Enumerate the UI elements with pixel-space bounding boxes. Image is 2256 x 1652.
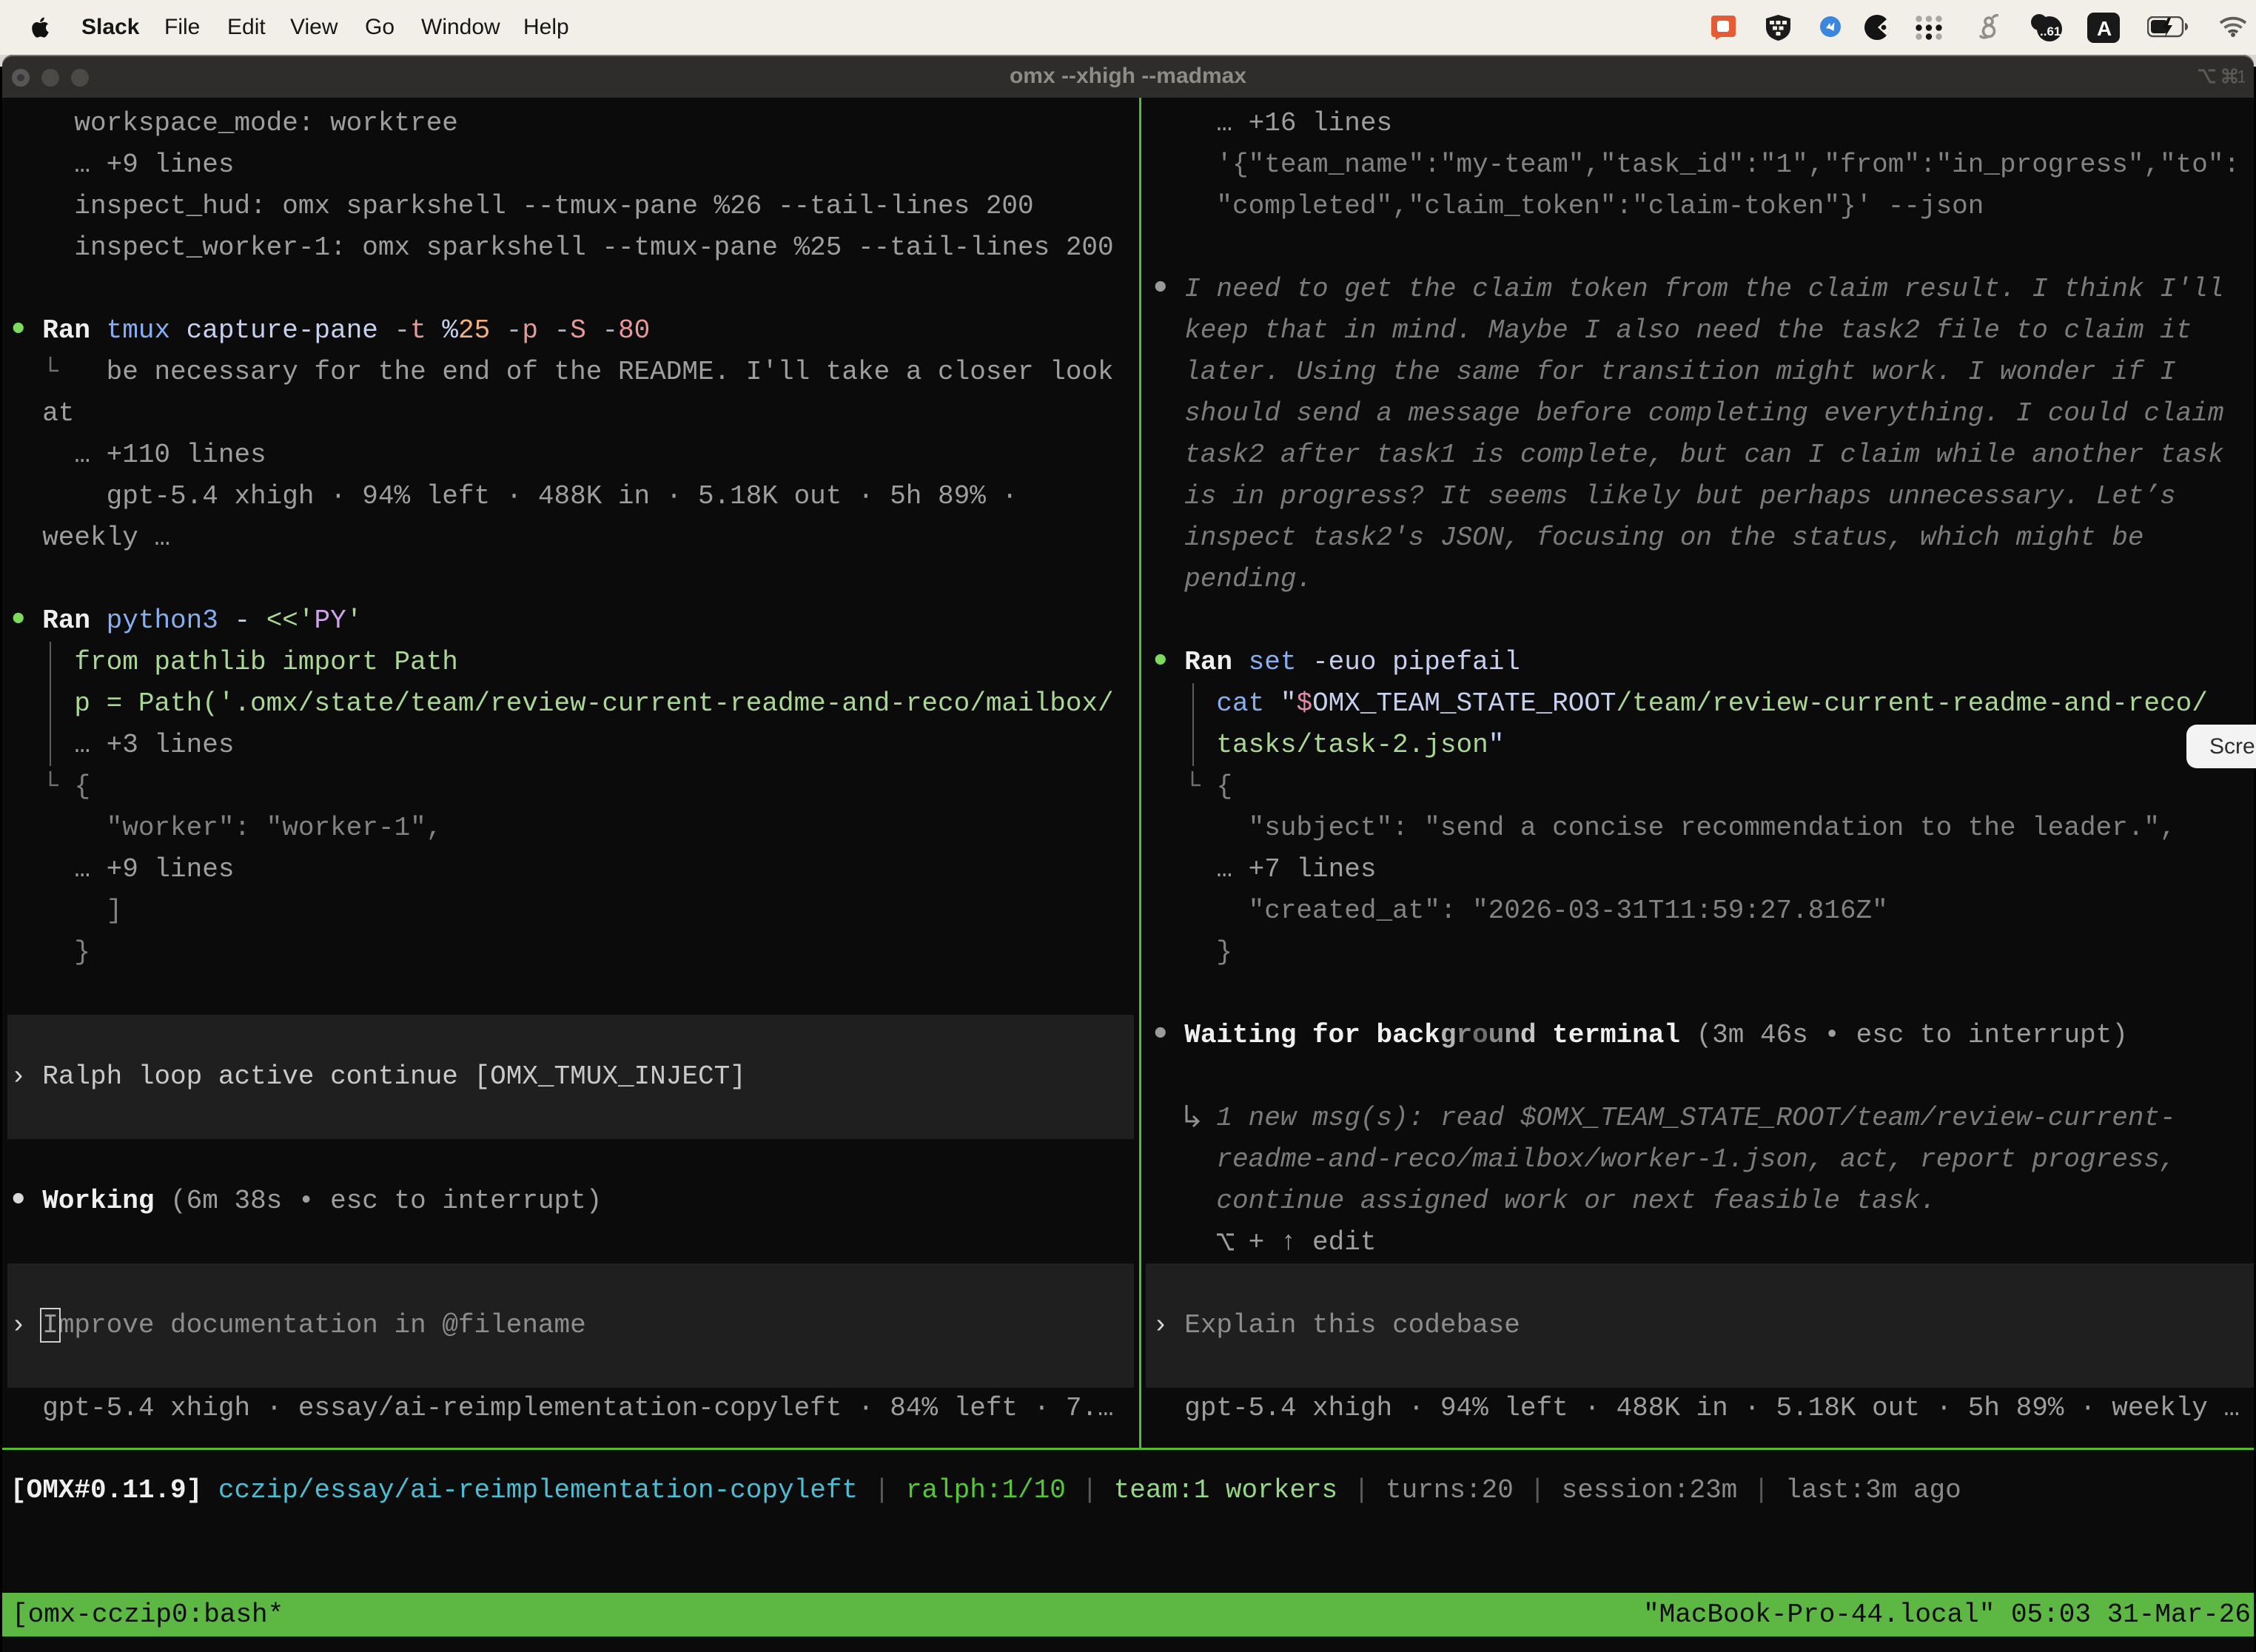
svg-text:..61: ..61 (2040, 24, 2061, 38)
svg-text:A: A (2097, 17, 2112, 40)
svg-text:1: 1 (2237, 67, 2245, 87)
